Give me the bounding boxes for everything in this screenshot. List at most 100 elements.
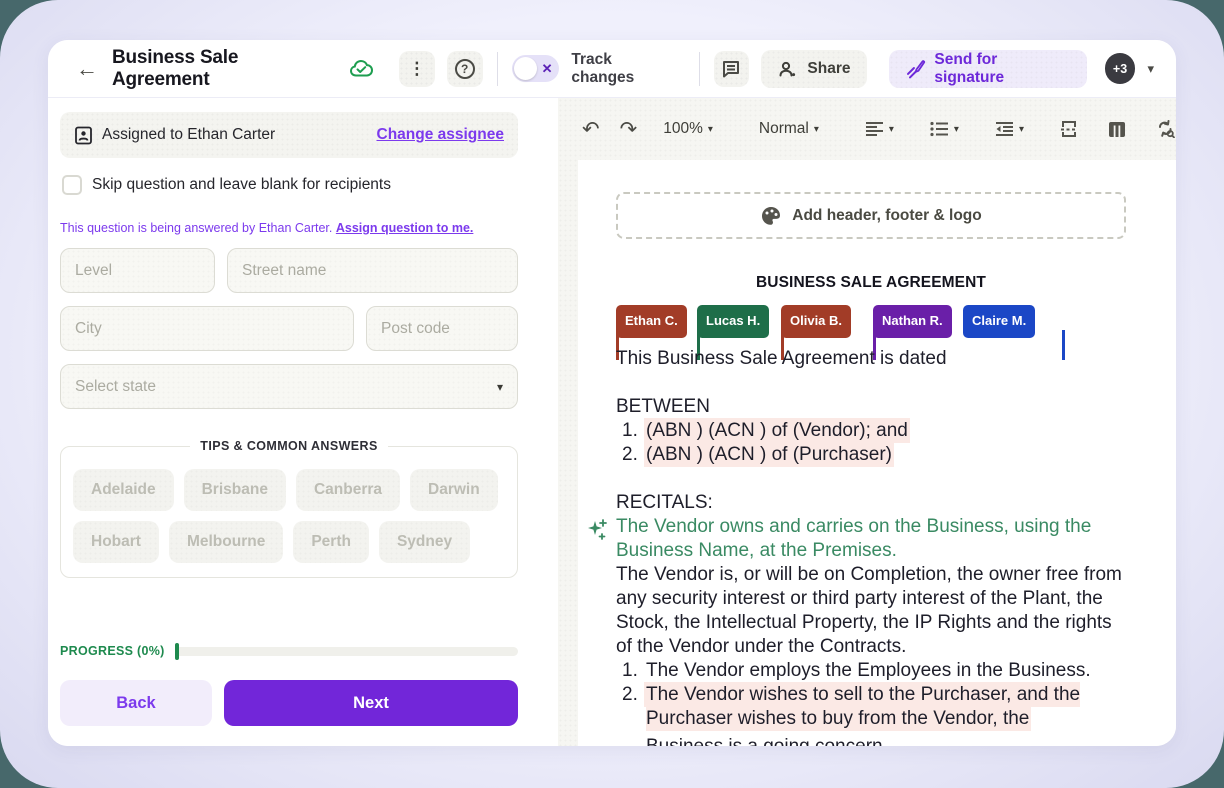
collaborator-caret (1062, 330, 1065, 360)
collaborators-chevron-down-icon[interactable]: ▾ (1143, 57, 1158, 81)
collaborator-flag[interactable]: Ethan C. (616, 305, 687, 338)
doc-body: This Business Sale Agreement is dated Et… (616, 305, 1126, 746)
between-heading: BETWEEN (616, 395, 1126, 419)
doc-heading: BUSINESS SALE AGREEMENT (616, 274, 1126, 292)
help-button[interactable]: ? (447, 51, 483, 87)
address-fields: Select state ▾ (60, 248, 518, 409)
send-for-signature-button[interactable]: Send for signature (889, 50, 1087, 88)
signature-pen-icon (905, 58, 927, 80)
collaborator-cursor: Claire M. (963, 305, 1035, 338)
progress-indicator (175, 643, 179, 660)
assignee-badge-icon (74, 126, 93, 145)
tips-section: TIPS & COMMON ANSWERS Adelaide Brisbane … (60, 439, 518, 578)
progress-bar (175, 647, 518, 656)
send-for-signature-label: Send for signature (934, 51, 1070, 87)
note-text: This question is being answered by Ethan… (60, 221, 336, 235)
city-suggestion-pill[interactable]: Brisbane (184, 469, 286, 511)
comments-button[interactable] (714, 51, 750, 87)
main-body: Assigned to Ethan Carter Change assignee… (48, 98, 1176, 746)
avatar-overflow-badge[interactable]: +3 (1105, 53, 1136, 84)
add-header-footer-logo-button[interactable]: Add header, footer & logo (616, 192, 1126, 239)
zoom-select[interactable]: 100% ▾ (663, 120, 713, 138)
next-button[interactable]: Next (224, 680, 518, 726)
add-header-label: Add header, footer & logo (792, 207, 981, 225)
app-window: ← Business Sale Agreement ⋮ ? ✕ Track ch… (48, 40, 1176, 746)
header-divider-2 (699, 52, 700, 86)
question-sidebar: Assigned to Ethan Carter Change assignee… (48, 98, 558, 746)
assigned-bar: Assigned to Ethan Carter Change assignee (60, 112, 518, 158)
tips-pills: Adelaide Brisbane Canberra Darwin Hobart… (73, 465, 505, 563)
city-suggestion-pill[interactable]: Perth (293, 521, 369, 563)
select-chevron-down-icon: ▾ (497, 380, 503, 394)
intro-line: This Business Sale Agreement is dated (616, 347, 947, 371)
header-divider (497, 52, 498, 86)
collaborator-flag[interactable]: Nathan R. (873, 305, 952, 338)
align-chevron-down-icon: ▾ (889, 124, 894, 135)
track-changes-label: Track changes (571, 51, 678, 87)
list-select[interactable]: ▾ (930, 121, 959, 137)
people-icon (777, 60, 799, 78)
top-header: ← Business Sale Agreement ⋮ ? ✕ Track ch… (48, 40, 1176, 98)
track-changes-toggle[interactable]: ✕ (512, 55, 560, 82)
city-suggestion-pill[interactable]: Hobart (73, 521, 159, 563)
table-icon (1108, 121, 1126, 138)
city-input[interactable] (60, 306, 354, 351)
document-title: Business Sale Agreement (112, 47, 339, 91)
ai-sparkle-icon (587, 518, 609, 549)
more-options-button[interactable]: ⋮ (399, 51, 435, 87)
cloud-saved-icon (349, 58, 377, 80)
collaborators-row: This Business Sale Agreement is dated Et… (616, 305, 1126, 371)
back-arrow-icon[interactable]: ← (68, 52, 106, 86)
collaborator-cursor: Nathan R. (873, 305, 952, 338)
align-left-icon (865, 121, 884, 137)
align-select[interactable]: ▾ (865, 121, 894, 137)
back-button[interactable]: Back (60, 680, 212, 726)
document-page[interactable]: Add header, footer & logo BUSINESS SALE … (578, 160, 1176, 746)
change-assignee-link[interactable]: Change assignee (377, 126, 505, 144)
collaborator-cursor: Ethan C. (616, 305, 687, 338)
undo-button[interactable]: ↶ (582, 119, 600, 140)
city-suggestion-pill[interactable]: Sydney (379, 521, 470, 563)
skip-question-checkbox[interactable] (62, 175, 82, 195)
level-input[interactable] (60, 248, 215, 293)
city-suggestion-pill[interactable]: Adelaide (73, 469, 174, 511)
assign-to-me-link[interactable]: Assign question to me. (336, 221, 474, 235)
street-name-input[interactable] (227, 248, 518, 293)
toggle-knob (514, 57, 537, 80)
palette-icon (760, 205, 782, 227)
collaborator-flag[interactable]: Lucas H. (697, 305, 769, 338)
between-item: (ABN ) (ACN ) of (Purchaser) (616, 443, 1126, 467)
tips-legend: TIPS & COMMON ANSWERS (190, 439, 387, 453)
indent-select[interactable]: ▾ (995, 121, 1024, 137)
between-item: (ABN ) (ACN ) of (Vendor); and (616, 419, 1126, 443)
page-break-button[interactable] (1060, 120, 1078, 138)
state-select-placeholder: Select state (75, 378, 156, 396)
list-chevron-down-icon: ▾ (954, 124, 959, 135)
state-select[interactable]: Select state ▾ (60, 364, 518, 409)
paragraph-style-select[interactable]: Normal ▾ (759, 120, 819, 138)
skip-question-row: Skip question and leave blank for recipi… (62, 175, 518, 195)
recital-item-1: The Vendor employs the Employees in the … (616, 659, 1126, 683)
editor-toolbar: ↶ ↷ 100% ▾ Normal ▾ ▾ (558, 98, 1176, 160)
recital-paragraph: The Vendor is, or will be on Completion,… (616, 563, 1126, 659)
toggle-off-x-icon: ✕ (542, 61, 553, 77)
style-value: Normal (759, 120, 809, 138)
table-button[interactable] (1108, 121, 1126, 138)
indent-chevron-down-icon: ▾ (1019, 124, 1024, 135)
between-list: (ABN ) (ACN ) of (Vendor); and (ABN ) (A… (616, 419, 1126, 467)
find-replace-button[interactable] (1156, 120, 1175, 138)
city-suggestion-pill[interactable]: Canberra (296, 469, 400, 511)
collaborator-flag[interactable]: Olivia B. (781, 305, 851, 338)
indent-icon (995, 121, 1014, 137)
city-suggestion-pill[interactable]: Melbourne (169, 521, 283, 563)
editor-panel: ↶ ↷ 100% ▾ Normal ▾ ▾ (558, 98, 1176, 746)
collaborator-flag[interactable]: Claire M. (963, 305, 1035, 338)
skip-question-label: Skip question and leave blank for recipi… (92, 176, 391, 194)
zoom-chevron-down-icon: ▾ (708, 124, 713, 135)
city-suggestion-pill[interactable]: Darwin (410, 469, 498, 511)
share-button[interactable]: Share (761, 50, 866, 88)
recital-item-2: The Vendor wishes to sell to the Purchas… (616, 683, 1126, 746)
nav-buttons: Back Next (60, 680, 518, 726)
redo-button[interactable]: ↷ (620, 119, 638, 140)
post-code-input[interactable] (366, 306, 518, 351)
